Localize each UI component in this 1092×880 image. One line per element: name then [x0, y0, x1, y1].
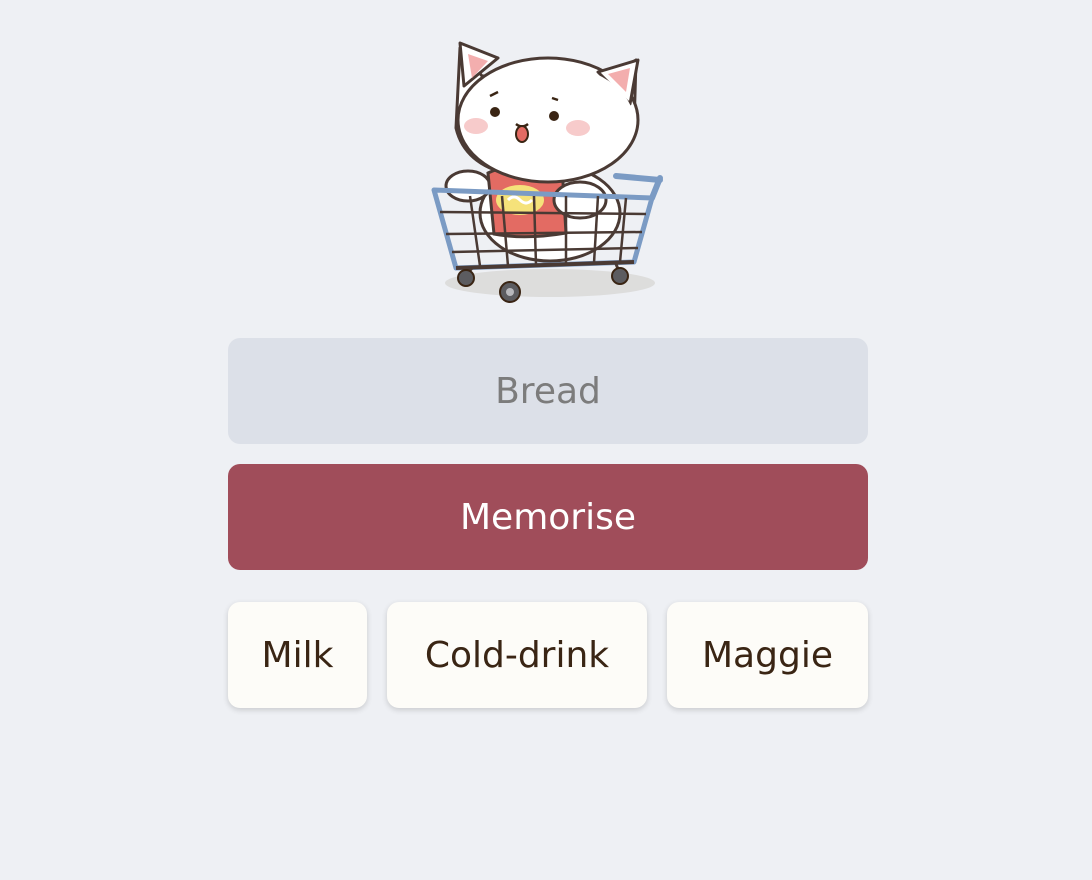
cat-in-shopping-cart-icon	[420, 28, 670, 308]
item-chip-milk[interactable]: Milk	[228, 602, 367, 708]
item-input[interactable]	[228, 338, 868, 444]
item-chip-maggie[interactable]: Maggie	[667, 602, 868, 708]
item-list: Milk Cold-drink Maggie	[228, 602, 868, 708]
item-chip-cold-drink[interactable]: Cold-drink	[387, 602, 647, 708]
memorise-button[interactable]: Memorise	[228, 464, 868, 570]
app-container: Memorise Milk Cold-drink Maggie	[0, 0, 1092, 880]
